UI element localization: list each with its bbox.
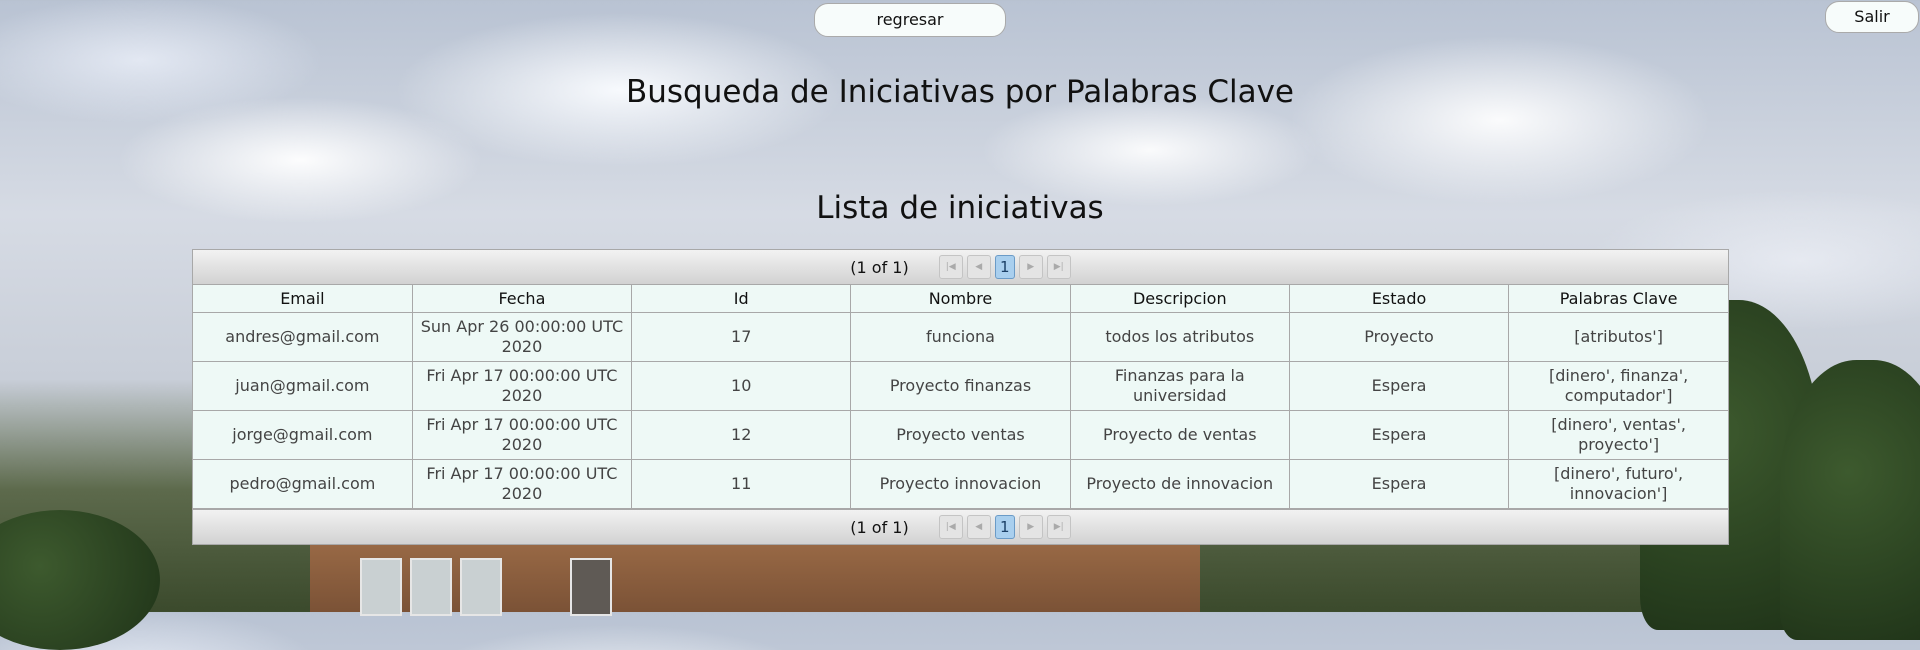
cell-nombre: Proyecto finanzas: [850, 361, 1071, 411]
cell-email: pedro@gmail.com: [193, 459, 413, 509]
cell-id: 12: [631, 410, 852, 460]
cell-estado: Proyecto: [1288, 312, 1510, 362]
prev-page-icon[interactable]: ◀: [966, 255, 991, 279]
section-title: Lista de iniciativas: [816, 190, 1104, 226]
first-page-icon[interactable]: |◀: [938, 255, 963, 279]
column-header-palabras-clave[interactable]: Palabras Clave: [1508, 285, 1728, 313]
back-button[interactable]: regresar: [814, 3, 1006, 37]
cell-fecha: Fri Apr 17 00:00:00 UTC 2020: [411, 459, 633, 509]
cell-estado: Espera: [1288, 361, 1510, 411]
background-tree: [1780, 360, 1920, 640]
table-row[interactable]: jorge@gmail.com Fri Apr 17 00:00:00 UTC …: [193, 410, 1728, 460]
cell-descripcion: todos los atributos: [1069, 312, 1290, 362]
column-header-estado[interactable]: Estado: [1288, 285, 1510, 313]
cell-descripcion: Proyecto de ventas: [1069, 410, 1290, 460]
cell-palabras-clave: [atributos']: [1508, 312, 1728, 362]
paginator-top: (1 of 1) |◀ ◀ 1 ▶ ▶|: [193, 250, 1728, 285]
cell-descripcion: Proyecto de innovacion: [1069, 459, 1290, 509]
table-row[interactable]: pedro@gmail.com Fri Apr 17 00:00:00 UTC …: [193, 459, 1728, 509]
cell-palabras-clave: [dinero', finanza', computador']: [1508, 361, 1728, 411]
paginator-bottom: (1 of 1) |◀ ◀ 1 ▶ ▶|: [193, 509, 1728, 544]
page-1-button[interactable]: 1: [994, 515, 1015, 539]
cell-id: 11: [631, 459, 852, 509]
page-title: Busqueda de Iniciativas por Palabras Cla…: [625, 74, 1294, 110]
cell-fecha: Fri Apr 17 00:00:00 UTC 2020: [411, 410, 633, 460]
data-table: Email Fecha Id Nombre Descripcion Estado…: [193, 285, 1728, 509]
column-header-nombre[interactable]: Nombre: [850, 285, 1071, 313]
cell-nombre: funciona: [850, 312, 1071, 362]
cell-palabras-clave: [dinero', ventas', proyecto']: [1508, 410, 1728, 460]
cell-fecha: Sun Apr 26 00:00:00 UTC 2020: [411, 312, 633, 362]
cell-estado: Espera: [1288, 459, 1510, 509]
next-page-icon[interactable]: ▶: [1018, 255, 1043, 279]
cell-email: andres@gmail.com: [193, 312, 413, 362]
next-page-icon[interactable]: ▶: [1018, 515, 1043, 539]
cell-nombre: Proyecto ventas: [850, 410, 1071, 460]
cell-email: jorge@gmail.com: [193, 410, 413, 460]
initiatives-table: (1 of 1) |◀ ◀ 1 ▶ ▶| Email Fecha Id Nomb…: [192, 249, 1729, 545]
header-row: Email Fecha Id Nombre Descripcion Estado…: [193, 285, 1728, 313]
last-page-icon[interactable]: ▶|: [1046, 515, 1071, 539]
last-page-icon[interactable]: ▶|: [1046, 255, 1071, 279]
cell-estado: Espera: [1288, 410, 1510, 460]
background-tree: [0, 510, 160, 650]
logout-button[interactable]: Salir: [1825, 1, 1919, 33]
column-header-fecha[interactable]: Fecha: [411, 285, 633, 313]
column-header-descripcion[interactable]: Descripcion: [1069, 285, 1290, 313]
table-row[interactable]: juan@gmail.com Fri Apr 17 00:00:00 UTC 2…: [193, 361, 1728, 411]
column-header-email[interactable]: Email: [193, 285, 413, 313]
page-report: (1 of 1): [850, 517, 909, 537]
cell-palabras-clave: [dinero', futuro', innovacion']: [1508, 459, 1728, 509]
cell-descripcion: Finanzas para la universidad: [1069, 361, 1290, 411]
page-1-button[interactable]: 1: [994, 255, 1015, 279]
table-row[interactable]: andres@gmail.com Sun Apr 26 00:00:00 UTC…: [193, 312, 1728, 362]
first-page-icon[interactable]: |◀: [938, 515, 963, 539]
cell-id: 17: [631, 312, 852, 362]
cell-fecha: Fri Apr 17 00:00:00 UTC 2020: [411, 361, 633, 411]
prev-page-icon[interactable]: ◀: [966, 515, 991, 539]
cell-nombre: Proyecto innovacion: [850, 459, 1071, 509]
column-header-id[interactable]: Id: [631, 285, 852, 313]
cell-email: juan@gmail.com: [193, 361, 413, 411]
background-building: [310, 540, 1200, 616]
cell-id: 10: [631, 361, 852, 411]
page-report: (1 of 1): [850, 257, 909, 277]
